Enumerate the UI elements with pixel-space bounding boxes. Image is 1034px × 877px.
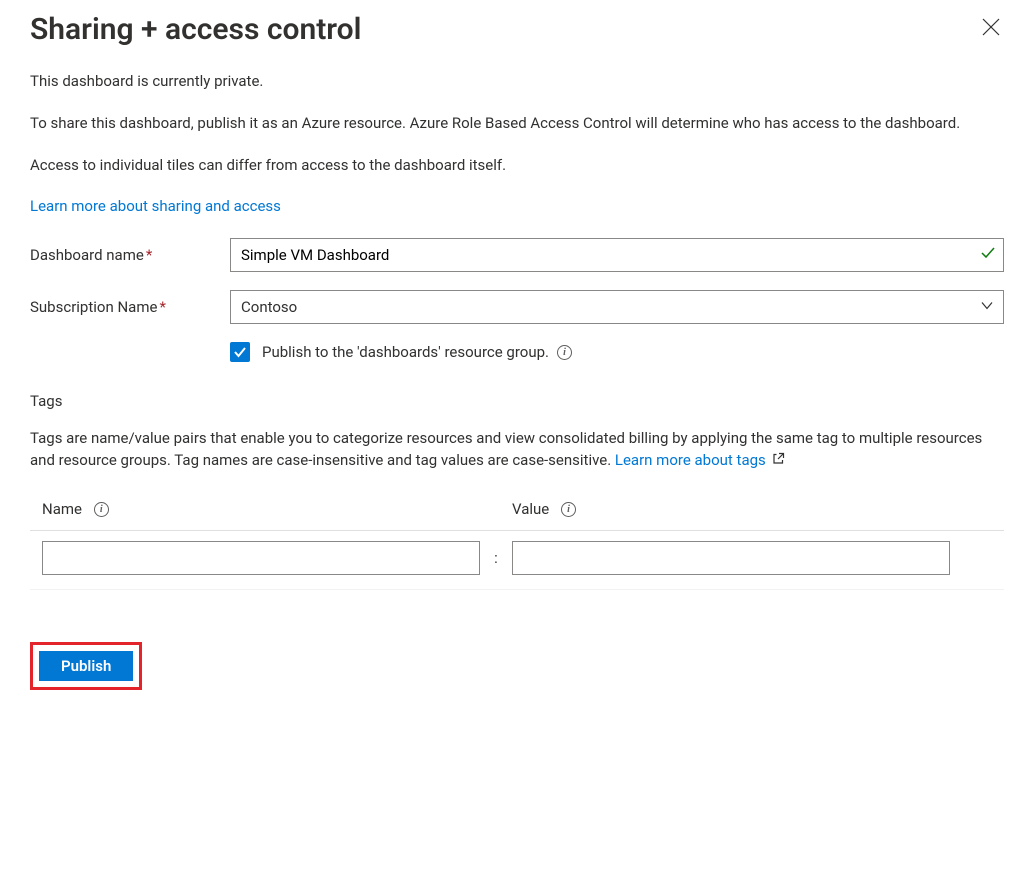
tag-separator: : [480,549,512,567]
info-icon[interactable]: i [94,502,109,517]
subscription-name-label: Subscription Name* [30,298,230,316]
intro-tiles-text: Access to individual tiles can differ fr… [30,155,1004,177]
publish-highlight-box: Publish [30,642,142,690]
dashboard-name-input[interactable] [230,238,1004,272]
publish-resource-group-label: Publish to the 'dashboards' resource gro… [262,343,549,361]
page-title: Sharing + access control [30,12,361,47]
tags-description: Tags are name/value pairs that enable yo… [30,428,1004,472]
tags-col-name-label: Name [42,500,82,518]
info-icon[interactable]: i [557,345,572,360]
intro-rbac-text: To share this dashboard, publish it as a… [30,113,1004,135]
learn-more-sharing-link[interactable]: Learn more about sharing and access [30,197,281,215]
subscription-select[interactable]: Contoso [230,290,1004,324]
tags-section-title: Tags [30,392,1004,410]
external-link-icon [772,450,785,472]
info-icon[interactable]: i [561,502,576,517]
required-indicator: * [146,246,152,264]
tags-col-value-label: Value [512,500,549,518]
publish-resource-group-checkbox[interactable] [230,342,250,362]
tags-table-header: Name i Value i [30,494,1004,531]
valid-check-icon [980,245,996,265]
intro-private-text: This dashboard is currently private. [30,71,1004,93]
tag-name-input[interactable] [42,541,480,575]
close-button[interactable] [978,14,1004,45]
tag-row: : [30,531,1004,590]
learn-more-tags-link[interactable]: Learn more about tags [615,451,766,469]
tag-value-input[interactable] [512,541,950,575]
publish-button[interactable]: Publish [39,651,133,681]
required-indicator: * [159,298,165,316]
dashboard-name-label: Dashboard name* [30,246,230,264]
